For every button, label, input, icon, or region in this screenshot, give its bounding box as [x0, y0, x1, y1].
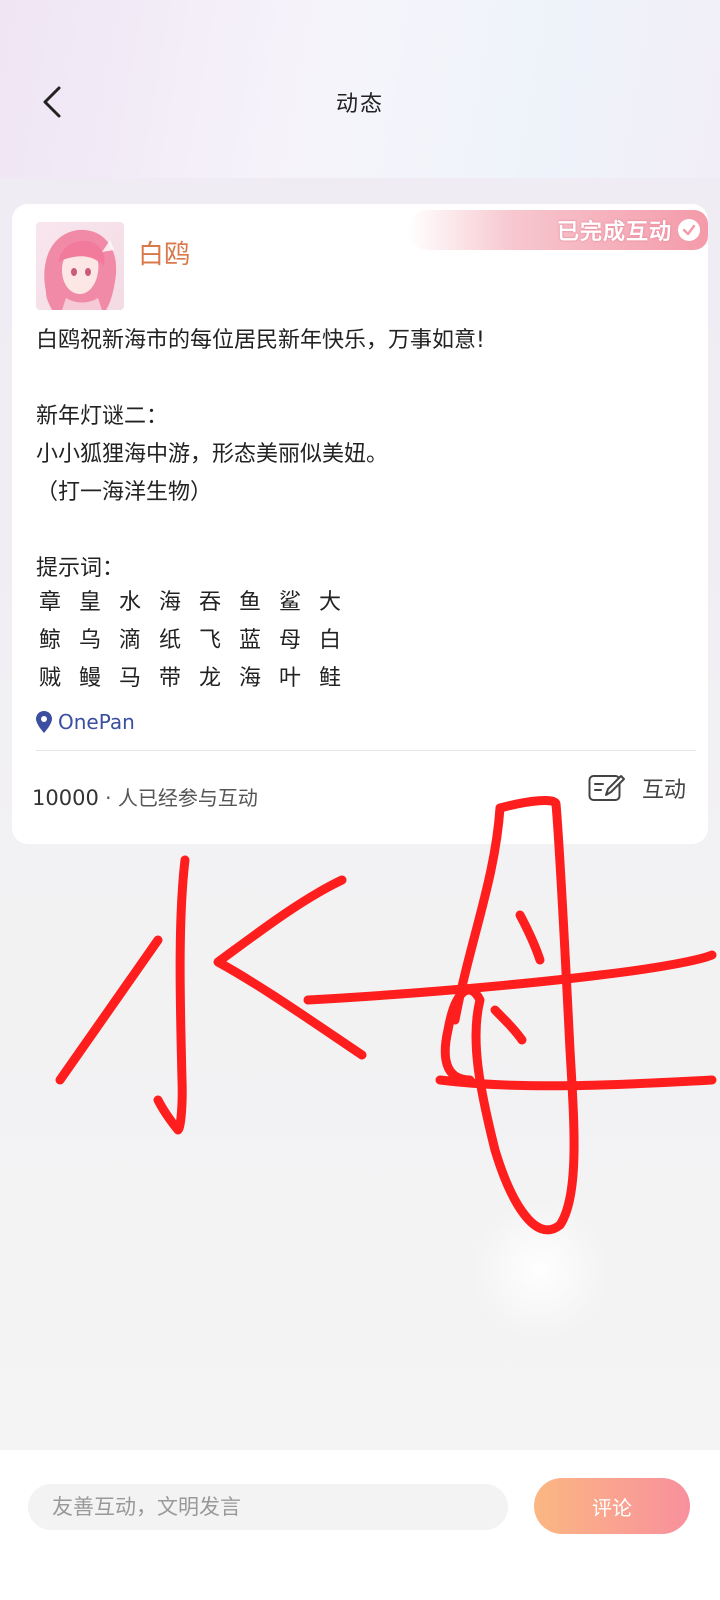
hint-char: 龙 [198, 666, 221, 691]
hint-row: 鲸 乌 滴 纸 飞 蓝 母 白 [36, 622, 344, 660]
check-circle-icon [678, 219, 700, 241]
username[interactable]: 白鸥 [138, 234, 190, 271]
hint-char: 吞 [198, 590, 221, 615]
hint-row: 章 皇 水 海 吞 鱼 鲨 大 [36, 584, 344, 622]
hint-char: 水 [118, 590, 141, 615]
post-card: 已完成互动 白鸥 白鸥祝新海市的每位居民新年快乐，万事如意! 新年灯谜二： 小小… [12, 204, 708, 844]
post-line: 提示词： [36, 556, 125, 581]
post-line: 新年灯谜二： [36, 404, 169, 429]
completed-badge: 已完成互动 [408, 210, 708, 250]
hint-char: 母 [278, 628, 301, 653]
hint-char: 鲸 [38, 628, 61, 653]
interact-label: 互动 [641, 778, 686, 803]
participants-suffix: · 人已经参与互动 [98, 786, 258, 810]
top-header: 动态 [0, 0, 720, 178]
hint-char: 海 [238, 666, 261, 691]
background-glow [470, 1200, 610, 1340]
comment-bar: 评论 [0, 1450, 720, 1600]
divider [36, 750, 696, 751]
hint-char: 带 [158, 666, 181, 691]
location-pin-icon [36, 711, 52, 733]
page-title: 动态 [335, 92, 384, 117]
hint-char: 滴 [118, 628, 141, 653]
comment-submit-button[interactable]: 评论 [534, 1478, 690, 1534]
hint-char: 马 [118, 666, 141, 691]
location-tag[interactable]: OnePan [36, 710, 135, 734]
badge-label: 已完成互动 [556, 219, 672, 245]
participants-count: 10000 [32, 786, 99, 810]
hint-char: 鲨 [278, 590, 301, 615]
hint-char: 鱼 [238, 590, 261, 615]
post-line: 白鸥祝新海市的每位居民新年快乐，万事如意! [36, 328, 485, 353]
hint-char: 鲑 [318, 666, 341, 691]
hint-char: 纸 [158, 628, 181, 653]
hint-words-grid: 章 皇 水 海 吞 鱼 鲨 大 鲸 乌 滴 纸 飞 蓝 母 白 贼 鳗 马 带 … [36, 584, 344, 698]
post-line: （打一海洋生物） [36, 480, 213, 505]
hint-char: 乌 [78, 628, 101, 653]
hint-char: 章 [38, 590, 61, 615]
post-content: 白鸥祝新海市的每位居民新年快乐，万事如意! 新年灯谜二： 小小狐狸海中游，形态美… [36, 322, 676, 588]
hint-char: 飞 [198, 628, 221, 653]
hint-char: 白 [318, 628, 341, 653]
post-line: 小小狐狸海中游，形态美丽似美妞。 [36, 442, 389, 467]
comment-input[interactable] [28, 1484, 508, 1530]
edit-note-icon [588, 775, 625, 801]
hint-char: 蓝 [238, 628, 261, 653]
avatar[interactable] [36, 222, 124, 310]
participants-stat: 10000 · 人已经参与互动 [32, 782, 258, 811]
hint-char: 叶 [278, 666, 301, 691]
hint-char: 皇 [78, 590, 101, 615]
hint-char: 贼 [38, 666, 61, 691]
hint-char: 海 [158, 590, 181, 615]
hint-char: 鳗 [78, 666, 101, 691]
interact-button[interactable]: 互动 [588, 772, 686, 804]
location-label: OnePan [58, 710, 135, 734]
hint-row: 贼 鳗 马 带 龙 海 叶 鲑 [36, 660, 344, 698]
hint-char: 大 [318, 590, 341, 615]
